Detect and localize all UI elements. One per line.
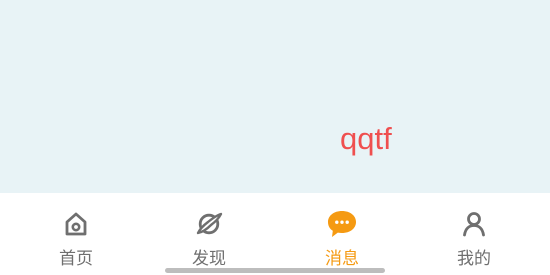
tab-me[interactable]: 我的 — [406, 193, 542, 275]
tab-home[interactable]: 首页 — [8, 193, 144, 275]
chat-bubble-icon — [325, 207, 359, 241]
content-text: qqtf — [340, 121, 392, 156]
tab-discover[interactable]: 发现 — [141, 193, 277, 275]
person-icon — [457, 207, 491, 241]
bottom-tab-bar: 首页 发现 消息 我的 — [0, 193, 550, 275]
tab-discover-label: 发现 — [192, 249, 226, 269]
tab-messages-label: 消息 — [325, 249, 359, 269]
tab-home-label: 首页 — [59, 249, 93, 269]
app-screen: qqtf 首页 发现 消息 我的 — [0, 0, 550, 275]
tab-me-label: 我的 — [457, 249, 491, 269]
home-icon — [59, 207, 93, 241]
tab-messages[interactable]: 消息 — [274, 193, 410, 275]
content-area: qqtf — [0, 0, 550, 193]
planet-icon — [192, 207, 226, 241]
home-indicator[interactable] — [165, 268, 385, 273]
